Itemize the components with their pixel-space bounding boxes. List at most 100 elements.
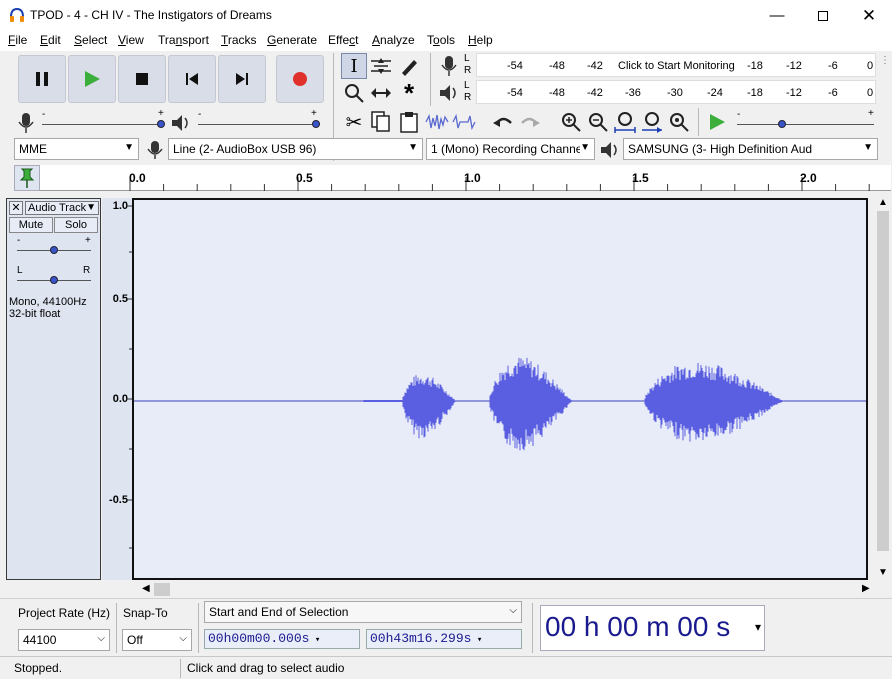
menu-transport[interactable]: Transport	[158, 33, 209, 47]
status-bar: Stopped. Click and drag to select audio	[0, 656, 892, 679]
fit-selection-icon	[614, 112, 636, 133]
solo-button[interactable]: Solo	[54, 217, 98, 233]
toolbar-grip-icon: ⋮	[880, 55, 890, 66]
menu-view[interactable]: View	[118, 33, 144, 47]
copy-button[interactable]	[368, 109, 394, 135]
time-shift-tool[interactable]	[368, 80, 394, 106]
maximize-icon	[818, 10, 828, 21]
zoom-tool[interactable]	[341, 80, 367, 106]
play-meter-button[interactable]	[436, 80, 462, 106]
zoom-toggle-icon	[670, 113, 689, 132]
chevron-down-icon: ⌵	[97, 633, 105, 644]
recording-channels-select[interactable]: 1 (Mono) Recording Channe ▼	[426, 138, 595, 160]
stop-button[interactable]	[118, 55, 166, 103]
close-icon: ✕	[861, 5, 877, 25]
selection-mode-select[interactable]: Start and End of Selection ⌵	[204, 601, 522, 623]
recording-volume-knob[interactable]	[157, 120, 165, 128]
skip-to-end-button[interactable]	[218, 55, 266, 103]
selection-start-time[interactable]: 00h00m00.000s ▾	[204, 629, 360, 649]
recording-device-select[interactable]: Line (2- AudioBox USB 96) ▼	[168, 138, 423, 160]
menu-analyze[interactable]: Analyze	[372, 33, 415, 47]
menu-generate[interactable]: Generate	[267, 33, 317, 47]
paste-button[interactable]	[396, 109, 422, 135]
scroll-up-icon[interactable]: ▲	[878, 197, 888, 208]
vertical-scrollbar[interactable]: ▲ ▼	[874, 195, 892, 581]
pencil-icon	[402, 60, 417, 76]
scroll-right-icon[interactable]: ▶	[862, 583, 870, 594]
redo-button[interactable]	[517, 109, 543, 135]
playback-device-select[interactable]: SAMSUNG (3- High Definition Aud ▼	[623, 138, 878, 160]
mute-button[interactable]: Mute	[9, 217, 53, 233]
cut-button[interactable]: ✂	[341, 109, 367, 135]
horizontal-scroll-thumb[interactable]	[154, 583, 170, 596]
vertical-scale[interactable]: 1.0 0.5 0.0 -0.5	[102, 198, 132, 580]
zoom-toggle-button[interactable]	[666, 109, 692, 135]
waveform-samples	[363, 357, 784, 451]
microphone-icon	[441, 56, 457, 76]
play-button[interactable]	[68, 55, 116, 103]
menu-tools[interactable]: Tools	[427, 33, 455, 47]
record-meter[interactable]: -54 -48 -42 Click to Start Monitoring -1…	[476, 53, 876, 77]
record-button[interactable]	[276, 55, 324, 103]
horizontal-scrollbar[interactable]: ◀ ▶	[132, 581, 874, 598]
play-speed-slider[interactable]	[737, 124, 874, 125]
fit-project-button[interactable]	[639, 109, 665, 135]
close-window-button[interactable]: ✕	[846, 0, 892, 31]
recording-volume-mic-icon	[18, 113, 34, 133]
draw-tool[interactable]	[396, 53, 422, 79]
status-playback-state: Stopped.	[14, 661, 63, 675]
vertical-scroll-thumb[interactable]	[877, 211, 889, 551]
maximize-button[interactable]	[800, 0, 846, 31]
audio-position-display[interactable]: 00 h 00 m 00 s ▾	[540, 605, 765, 651]
minimize-button[interactable]: —	[754, 0, 800, 31]
menu-help[interactable]: Help	[468, 33, 493, 47]
selection-tool[interactable]: I	[341, 53, 367, 79]
audio-host-select[interactable]: MME ▼	[14, 138, 139, 160]
zoom-out-icon	[589, 113, 608, 132]
waveform-area[interactable]	[132, 198, 868, 580]
menu-edit[interactable]: Edit	[40, 33, 61, 47]
playback-volume-slider[interactable]	[198, 124, 320, 125]
undo-button[interactable]	[490, 109, 516, 135]
snap-to-select[interactable]: Off ⌵	[122, 629, 192, 651]
scroll-down-icon[interactable]: ▼	[878, 567, 888, 578]
timeline-ruler[interactable]: 0.0 0.5 1.0 1.5 2.0	[40, 165, 891, 191]
zoom-in-button[interactable]	[558, 109, 584, 135]
fit-project-icon	[642, 112, 662, 133]
track-menu-button[interactable]: Audio Track ▼	[25, 201, 99, 215]
play-at-speed-button[interactable]	[704, 109, 730, 135]
project-rate-select[interactable]: 44100 ⌵	[18, 629, 110, 651]
menu-effect[interactable]: Effect	[328, 33, 358, 47]
redo-icon	[521, 117, 540, 127]
play-speed-knob[interactable]	[778, 120, 786, 128]
pin-button[interactable]	[14, 165, 40, 191]
track-close-button[interactable]: ✕	[9, 201, 23, 215]
multi-tool[interactable]: *	[396, 78, 422, 108]
envelope-tool[interactable]	[368, 53, 394, 79]
playback-volume-speaker-icon	[172, 115, 188, 131]
pause-button[interactable]	[18, 55, 66, 103]
zoom-in-icon	[562, 113, 581, 132]
skip-to-start-button[interactable]	[168, 55, 216, 103]
scroll-left-icon[interactable]: ◀	[142, 583, 150, 594]
monitoring-prompt[interactable]: Click to Start Monitoring	[618, 60, 735, 72]
project-rate-label: Project Rate (Hz)	[18, 606, 111, 620]
menu-select[interactable]: Select	[74, 33, 107, 47]
gain-knob[interactable]	[50, 246, 58, 254]
silence-audio-button[interactable]	[451, 109, 477, 135]
play-meter[interactable]: -54 -48 -42 -36 -30 -24 -18 -12 -6 0	[476, 80, 876, 104]
record-meter-button[interactable]	[436, 53, 462, 79]
chevron-down-icon: ⌵	[509, 605, 517, 616]
chevron-down-icon: ▼	[124, 142, 134, 153]
stop-icon	[136, 73, 148, 85]
pan-knob[interactable]	[50, 276, 58, 284]
menu-file[interactable]: File	[8, 33, 27, 47]
recording-volume-slider[interactable]	[42, 124, 164, 125]
playback-volume-knob[interactable]	[312, 120, 320, 128]
selection-end-time[interactable]: 00h43m16.299s ▾	[366, 629, 522, 649]
audio-waveform	[134, 357, 866, 451]
menu-tracks[interactable]: Tracks	[221, 33, 257, 47]
zoom-out-button[interactable]	[585, 109, 611, 135]
trim-audio-button[interactable]	[424, 109, 450, 135]
fit-selection-button[interactable]	[612, 109, 638, 135]
